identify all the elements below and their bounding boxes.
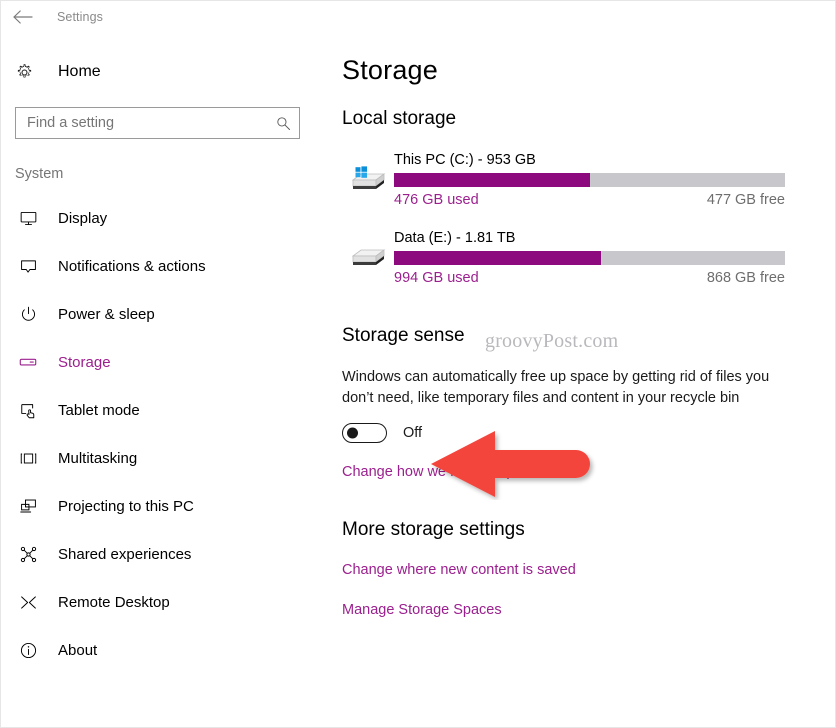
monitor-icon [15,209,41,228]
sidebar-item-about[interactable]: About [1,626,317,674]
data-drive-icon [342,230,392,274]
sidebar-item-label: Multitasking [58,449,138,467]
drive-name: This PC (C:) - 953 GB [394,152,536,168]
sidebar-home-label: Home [58,63,101,80]
remote-desktop-icon [15,593,41,612]
titlebar-title: Settings [57,10,103,24]
storage-sense-description: Windows can automatically free up space … [342,369,770,407]
local-storage-heading: Local storage [342,108,457,129]
drive-meta: 476 GB used 477 GB free [394,192,785,208]
multitask-icon [15,449,41,468]
drive-icon [15,352,41,372]
sidebar-item-remote-desktop[interactable]: Remote Desktop [1,578,317,626]
storage-sense-toggle-row: Off [342,422,797,443]
share-nodes-icon [15,545,41,564]
speech-bubble-icon [15,257,41,276]
project-screen-icon [15,497,41,516]
drive-name: Data (E:) - 1.81 TB [394,230,516,246]
windows-drive-icon [342,152,392,196]
drive-usage-bar [394,251,785,265]
drive-free-label: 868 GB free [706,270,785,286]
more-storage-settings-heading: More storage settings [342,518,525,540]
sidebar-item-tablet-mode[interactable]: Tablet mode [1,386,317,434]
drive-usage-bar [394,173,785,187]
main-content: Storage Local storage This PC (C:) - 953… [317,33,835,727]
drive-used-label: 994 GB used [394,270,479,286]
drive-usage-fill [394,251,602,265]
sidebar-group-title: System [15,166,64,182]
sidebar-item-label: Shared experiences [58,545,192,563]
sidebar-item-label: About [58,641,98,659]
drive-free-label: 477 GB free [706,192,785,208]
tablet-hand-icon [15,401,41,420]
page-title: Storage [342,55,438,85]
sidebar-item-label: Notifications & actions [58,257,206,275]
drive-row[interactable]: This PC (C:) - 953 GB 476 GB used 477 GB… [342,152,797,208]
sidebar-item-home[interactable]: Home [1,53,317,91]
info-circle-icon [15,641,41,660]
search-icon [275,115,291,131]
search-box[interactable] [15,107,300,139]
storage-sense-toggle[interactable] [342,422,387,443]
sidebar-item-shared-experiences[interactable]: Shared experiences [1,530,317,578]
storage-sense-toggle-state: Off [403,424,423,441]
change-how-we-free-up-space-link[interactable]: Change how we free up space [342,464,797,480]
drive-meta: 994 GB used 868 GB free [394,270,785,286]
sidebar-nav-list: Display Notifications & actions Power & … [1,194,317,674]
sidebar-item-label: Storage [58,353,111,371]
drive-usage-fill [394,173,590,187]
back-button[interactable] [1,2,45,32]
drive-used-label: 476 GB used [394,192,479,208]
search-input[interactable] [16,108,299,138]
sidebar-item-label: Display [58,209,108,227]
sidebar-item-notifications-actions[interactable]: Notifications & actions [1,242,317,290]
sidebar-item-multitasking[interactable]: Multitasking [1,434,317,482]
manage-storage-spaces-link[interactable]: Manage Storage Spaces [342,602,797,618]
drive-info: This PC (C:) - 953 GB 476 GB used 477 GB… [392,152,797,208]
drive-info: Data (E:) - 1.81 TB 994 GB used 868 GB f… [392,230,797,286]
sidebar-item-projecting-to-this-pc[interactable]: Projecting to this PC [1,482,317,530]
drive-list: This PC (C:) - 953 GB 476 GB used 477 GB… [342,152,797,286]
power-icon [15,305,41,324]
sidebar-item-storage[interactable]: Storage [1,338,317,386]
sidebar-item-label: Projecting to this PC [58,497,194,515]
storage-sense-heading: Storage sense [342,325,465,346]
sidebar: Home System Displ [1,33,317,727]
sidebar-item-label: Power & sleep [58,305,155,323]
sidebar-item-power-sleep[interactable]: Power & sleep [1,290,317,338]
settings-window: Settings Home System [0,0,836,728]
drive-row[interactable]: Data (E:) - 1.81 TB 994 GB used 868 GB f… [342,230,797,286]
gear-icon [15,63,43,82]
sidebar-item-label: Tablet mode [58,401,140,419]
sidebar-item-label: Remote Desktop [58,593,170,611]
sidebar-item-display[interactable]: Display [1,194,317,242]
back-arrow-icon [13,10,33,24]
toggle-knob [347,427,358,439]
titlebar: Settings [1,1,835,33]
change-where-new-content-is-saved-link[interactable]: Change where new content is saved [342,562,797,578]
